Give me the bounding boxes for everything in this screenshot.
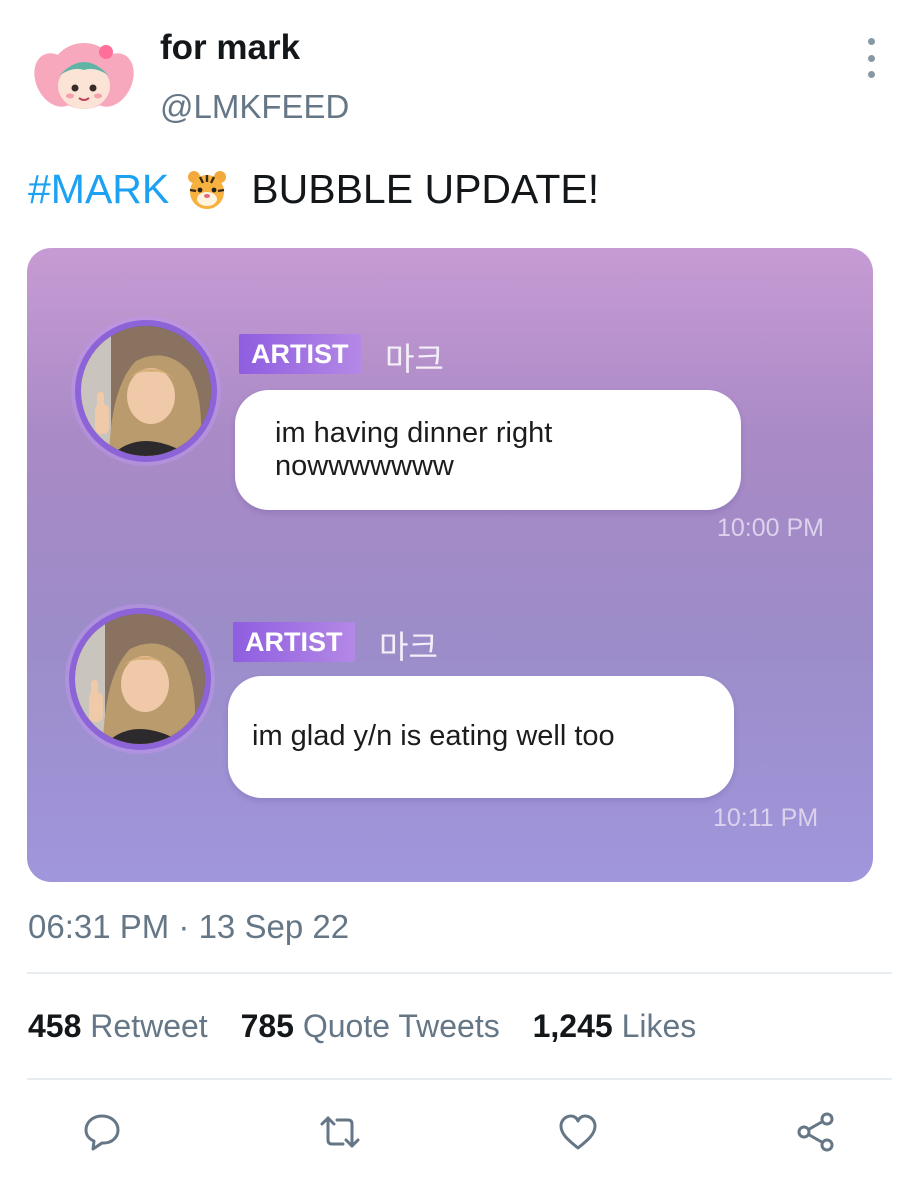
message-text-line: nowwwwwww <box>275 450 454 482</box>
share-icon[interactable] <box>794 1110 838 1154</box>
likes-count: 1,245 <box>532 1008 613 1044</box>
more-options-icon[interactable] <box>856 38 886 78</box>
tiger-face-emoji-icon <box>185 168 229 212</box>
message-text-line: im glad y/n is eating well too <box>252 720 615 753</box>
retweets-label: Retweet <box>90 1008 208 1044</box>
quotes-count: 785 <box>240 1008 294 1044</box>
tweet-body: BUBBLE UPDATE! <box>251 166 600 212</box>
attached-image[interactable]: ARTIST 마크 im having dinner right nowwwww… <box>27 248 873 882</box>
divider <box>27 972 892 974</box>
artist-badge: ARTIST <box>239 334 361 374</box>
artist-badge: ARTIST <box>233 622 355 662</box>
retweet-icon[interactable] <box>318 1110 362 1154</box>
like-icon[interactable] <box>556 1110 600 1154</box>
artist-avatar <box>75 320 217 462</box>
message-time: 10:00 PM <box>717 514 825 542</box>
divider <box>27 1078 892 1080</box>
message-bubble: im having dinner right nowwwwwww <box>235 390 741 510</box>
tweet-timestamp[interactable]: 06:31 PM · 13 Sep 22 <box>28 908 349 946</box>
user-handle[interactable]: @LMKFEED <box>160 88 349 126</box>
likes-label: Likes <box>621 1008 697 1044</box>
reply-icon[interactable] <box>80 1110 124 1154</box>
profile-avatar[interactable] <box>34 36 134 116</box>
quote-tweets-stat[interactable]: 785 Quote Tweets <box>241 1008 500 1044</box>
quotes-label: Quote Tweets <box>302 1008 500 1044</box>
message-bubble: im glad y/n is eating well too <box>228 676 734 798</box>
sender-name: 마크 <box>385 341 444 377</box>
sender-name: 마크 <box>379 629 438 665</box>
hashtag-link[interactable]: #MARK <box>28 166 169 213</box>
display-name[interactable]: for mark <box>160 28 300 68</box>
likes-stat[interactable]: 1,245 Likes <box>533 1008 697 1044</box>
message-time: 10:11 PM <box>713 804 819 832</box>
retweets-stat[interactable]: 458 Retweet <box>28 1008 208 1044</box>
message-text-line: im having dinner right <box>275 416 553 449</box>
artist-avatar <box>69 608 211 750</box>
engagement-stats: 458 Retweet 785 Quote Tweets 1,245 Likes <box>28 1008 720 1045</box>
retweets-count: 458 <box>28 1008 82 1044</box>
tweet-text: #MARK BUBBLE UPDATE! <box>28 166 599 213</box>
